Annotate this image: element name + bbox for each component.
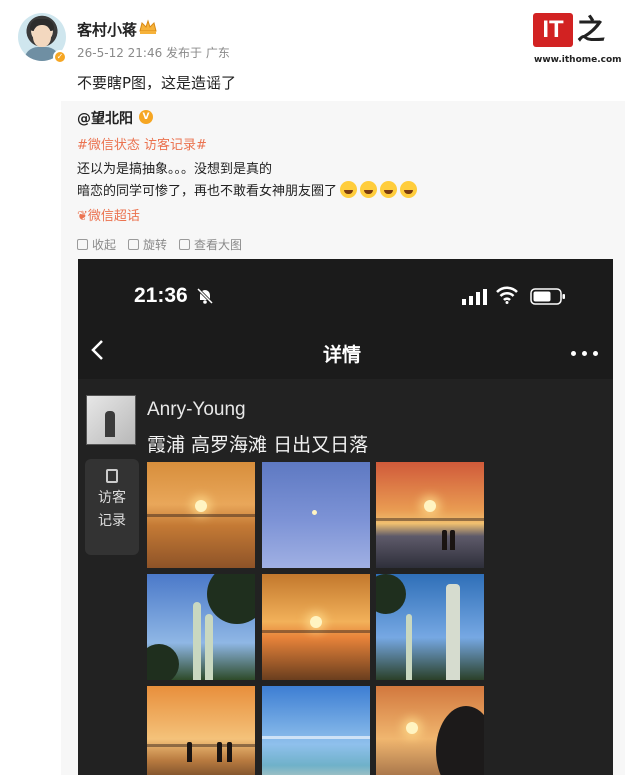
rotate-label: 旋转 (143, 238, 168, 252)
post-text: 不要瞎P图，这是造谣了 (77, 74, 237, 92)
phone-screenshot[interactable]: 21:36 详情 Anry-Young 霞浦 高罗海滩 日出又日落 访客 记录 (78, 259, 613, 775)
collect-label: 收起 (92, 238, 117, 252)
more-icon[interactable] (571, 351, 599, 357)
moment-caption: 霞浦 高罗海滩 日出又日落 (147, 434, 369, 456)
collapse-icon (77, 239, 88, 250)
repost-text-line1: 还以为是搞抽象。。。没想到是真的 (77, 162, 273, 177)
visitor-label-1: 访客 (98, 490, 126, 506)
photo-tile[interactable] (147, 462, 255, 568)
super-topic-icon: ❦ (77, 209, 88, 224)
super-topic-link[interactable]: ❦微信超话 (77, 205, 140, 224)
photo-tile[interactable] (262, 574, 370, 680)
super-topic-label: 微信超话 (87, 209, 140, 224)
repost-verified-icon: V (139, 110, 153, 124)
visitor-record-button[interactable]: 访客 记录 (85, 459, 139, 555)
laugh-emoji-icon (400, 181, 418, 198)
repost-tags[interactable]: #微信状态 访客记录# (77, 134, 207, 153)
photo-tile[interactable] (147, 686, 255, 775)
repost-text-line2-text: 暗恋的同学可惨了，再也不敢看女神朋友圈了 (77, 184, 338, 199)
moment-author[interactable]: Anry-Young (147, 399, 246, 421)
repost-username[interactable]: @望北阳 (77, 108, 133, 128)
weibo-post-page: ✓ 客村小蒋 26-5-12 21:46 发布于 广东 不要瞎P图，这是造谣了 … (0, 0, 625, 775)
image-actions: 收起 旋转 查看大图 (77, 236, 242, 253)
photo-tile[interactable] (376, 462, 484, 568)
status-time: 21:36 (134, 284, 188, 307)
photo-tile[interactable] (262, 462, 370, 568)
laugh-emoji-icon (360, 181, 378, 198)
signal-icon (462, 289, 487, 305)
post-meta: 26-5-12 21:46 发布于 广东 (77, 46, 230, 60)
view-large-icon (179, 239, 191, 250)
battery-icon (530, 288, 565, 305)
laugh-emoji-icon (340, 181, 358, 198)
crown-icon (139, 19, 157, 34)
repost-block: @望北阳 V #微信状态 访客记录# 还以为是搞抽象。。。没想到是真的 暗恋的同… (61, 101, 625, 775)
moment-avatar[interactable] (86, 395, 136, 445)
view-large-button[interactable]: 查看大图 (179, 236, 242, 253)
back-icon[interactable] (89, 339, 105, 361)
photo-tile[interactable] (376, 686, 484, 775)
username[interactable]: 客村小蒋 (77, 19, 137, 40)
rotate-icon (128, 239, 140, 250)
photo-tile[interactable] (376, 574, 484, 680)
repost-text-line2: 暗恋的同学可惨了，再也不敢看女神朋友圈了 (77, 180, 418, 199)
fold-icon (106, 469, 118, 483)
wifi-icon (496, 286, 518, 304)
laugh-emoji-icon (380, 181, 398, 198)
verified-icon: ✓ (53, 50, 67, 64)
logo-url: www.ithome.com (534, 55, 622, 65)
visitor-label-2: 记录 (98, 513, 126, 529)
rotate-button[interactable]: 旋转 (128, 236, 167, 253)
moment-detail: Anry-Young 霞浦 高罗海滩 日出又日落 访客 记录 (78, 379, 613, 775)
view-large-label: 查看大图 (194, 238, 243, 252)
collect-button[interactable]: 收起 (77, 236, 116, 253)
phone-title: 详情 (323, 344, 362, 366)
bell-muted-icon (196, 287, 214, 305)
photo-tile[interactable] (262, 686, 370, 775)
ithome-logo: IT 之 (533, 13, 619, 53)
photo-tile[interactable] (147, 574, 255, 680)
